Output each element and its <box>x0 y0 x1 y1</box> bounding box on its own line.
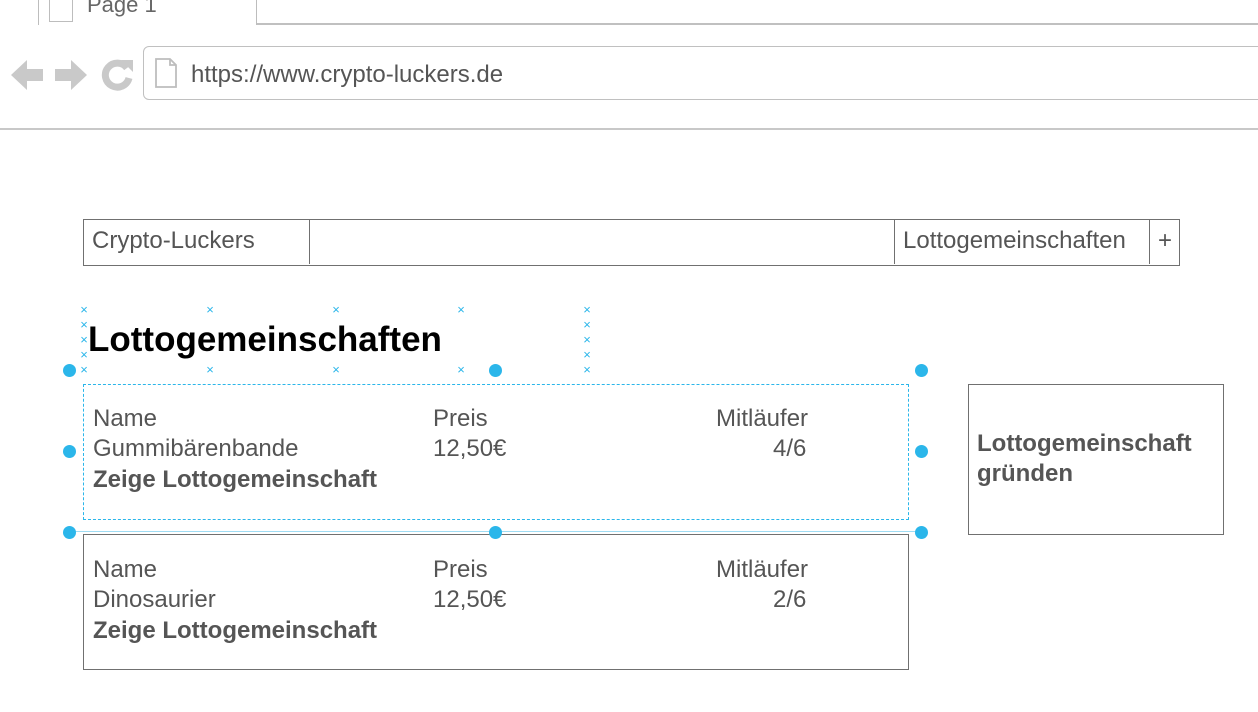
navbar-spacer <box>310 220 895 264</box>
selection-marker: × <box>457 362 465 377</box>
name-label: Name <box>93 405 158 432</box>
resize-handle[interactable] <box>489 364 502 377</box>
resize-handle[interactable] <box>489 526 502 539</box>
selection-marker: × <box>80 362 88 377</box>
selection-marker: × <box>206 362 214 377</box>
selection-marker: × <box>80 317 88 332</box>
group-name: Dinosaurier <box>93 586 216 613</box>
members-label: Mitläufer <box>716 556 809 583</box>
url-text: https://www.crypto-luckers.de <box>191 61 504 88</box>
document-icon <box>49 0 73 22</box>
arrow-left-icon[interactable] <box>9 56 45 94</box>
price-label: Preis <box>433 556 488 583</box>
tab-title: Page 1 <box>87 0 157 17</box>
group-price: 12,50€ <box>433 435 507 462</box>
document-icon <box>154 58 178 88</box>
browser-tab[interactable]: Page 1 <box>38 0 257 25</box>
show-group-link[interactable]: Zeige Lottogemeinschaft <box>93 617 377 645</box>
arrow-right-icon[interactable] <box>53 56 89 94</box>
selection-marker: × <box>583 347 591 362</box>
resize-handle[interactable] <box>915 526 928 539</box>
resize-handle[interactable] <box>63 526 76 539</box>
group-name: Gummibärenbande <box>93 435 299 462</box>
selection-marker: × <box>583 332 591 347</box>
selection-marker: × <box>80 302 88 317</box>
selection-marker: × <box>583 317 591 332</box>
resize-handle[interactable] <box>915 445 928 458</box>
selection-marker: × <box>332 362 340 377</box>
show-group-link[interactable]: Zeige Lottogemeinschaft <box>93 466 377 494</box>
resize-handle[interactable] <box>915 364 928 377</box>
add-button[interactable]: + <box>1150 220 1180 264</box>
group-members: 2/6 <box>773 586 807 613</box>
selection-marker: × <box>583 302 591 317</box>
address-bar[interactable]: https://www.crypto-luckers.de <box>143 46 1258 100</box>
selection-marker: × <box>583 362 591 377</box>
selection-marker: × <box>80 347 88 362</box>
tab-bar-divider <box>256 23 1258 25</box>
nav-link-lottogemeinschaften[interactable]: Lottogemeinschaften <box>895 220 1150 264</box>
browser-toolbar: https://www.crypto-luckers.de <box>0 40 1258 110</box>
group-members: 4/6 <box>773 435 807 462</box>
group-price: 12,50€ <box>433 586 507 613</box>
page-title: Lottogemeinschaften <box>88 320 442 359</box>
brand-logo[interactable]: Crypto-Luckers <box>84 220 310 264</box>
selection-marker: × <box>457 302 465 317</box>
resize-handle[interactable] <box>63 445 76 458</box>
selection-marker: × <box>332 302 340 317</box>
create-group-box[interactable]: Lottogemeinschaft gründen <box>968 384 1224 535</box>
site-navbar: Crypto-Luckers Lottogemeinschaften + <box>83 219 1180 266</box>
price-label: Preis <box>433 405 488 432</box>
browser-tab-bar: Page 1 <box>0 0 1258 25</box>
members-label: Mitläufer <box>716 405 809 432</box>
resize-handle[interactable] <box>63 364 76 377</box>
reload-icon[interactable] <box>99 56 135 94</box>
create-group-button[interactable]: Lottogemeinschaft gründen <box>977 429 1217 489</box>
group-card[interactable]: Name Preis Mitläufer Dinosaurier 12,50€ … <box>83 534 909 670</box>
group-card[interactable]: Name Preis Mitläufer Gummibärenbande 12,… <box>83 384 909 520</box>
selection-marker: × <box>206 302 214 317</box>
name-label: Name <box>93 556 158 583</box>
chrome-divider <box>0 128 1258 130</box>
selection-marker: × <box>80 332 88 347</box>
